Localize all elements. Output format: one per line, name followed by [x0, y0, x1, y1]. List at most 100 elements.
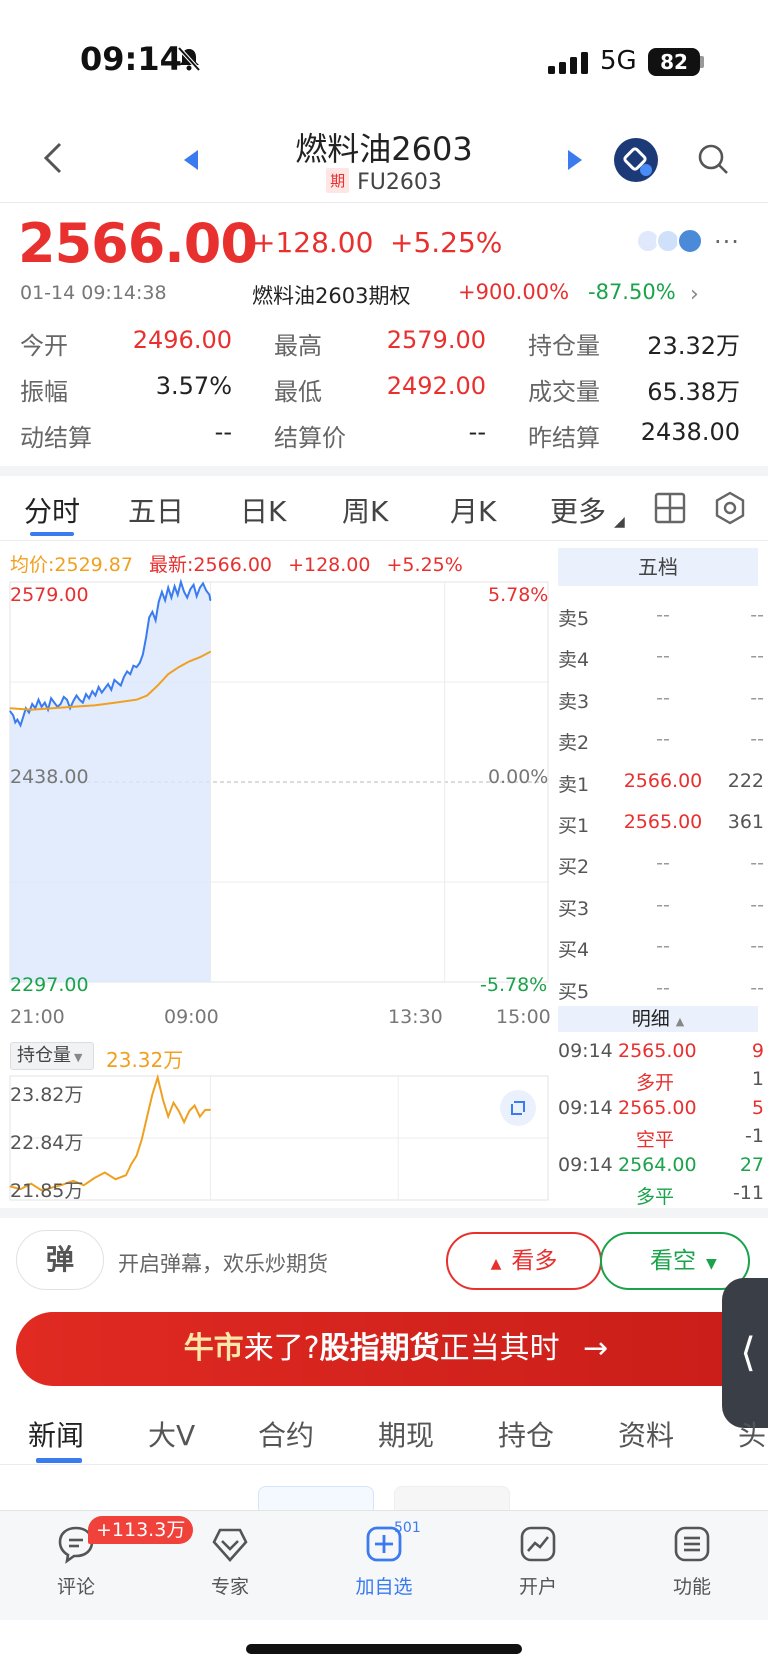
tab-more[interactable]: 更多	[550, 490, 606, 530]
order-book-row[interactable]: 买1 2565.00 361	[558, 811, 764, 837]
stat-value: 2579.00	[386, 326, 486, 354]
banner-text: 正当其时	[439, 1331, 560, 1366]
expert-icon	[212, 1528, 248, 1562]
detail-volume: 5	[751, 1097, 764, 1119]
tab-overflow[interactable]: 头	[738, 1414, 768, 1454]
oi-y-tick: 23.82万	[10, 1084, 84, 1106]
detail-title[interactable]: 明细 ▲	[558, 1006, 758, 1032]
tab-news[interactable]: 新闻	[28, 1414, 84, 1454]
order-book-row[interactable]: 卖4 -- --	[558, 645, 764, 671]
detail-row[interactable]: 09:14 2565.00 5 空平 -1	[558, 1097, 764, 1153]
oi-point	[162, 1099, 164, 1101]
option-name[interactable]: 燃料油2603期权	[252, 280, 410, 310]
tab-contract[interactable]: 合约	[258, 1414, 314, 1454]
tab-5day[interactable]: 五日	[128, 490, 184, 530]
side-drawer-handle[interactable]: ⟨	[722, 1278, 768, 1428]
more-icon[interactable]: ···	[714, 228, 740, 256]
avg-point	[114, 701, 117, 704]
order-book-label: 买5	[558, 980, 590, 1003]
stat-label: 最高	[274, 332, 322, 360]
danmu-toggle[interactable]: 弹	[16, 1230, 104, 1290]
order-book-row[interactable]: 卖5 -- --	[558, 604, 764, 630]
order-book-row[interactable]: 买3 -- --	[558, 894, 764, 920]
price-change: +128.00	[252, 226, 374, 259]
chevron-right-icon[interactable]: ›	[690, 282, 699, 307]
tab-daily-k[interactable]: 日K	[240, 490, 286, 530]
intraday-chart[interactable]	[0, 578, 556, 1018]
oi-point	[188, 1110, 190, 1112]
ai-assistant-icon[interactable]	[614, 138, 658, 182]
y-tick-bottom: 2297.00	[10, 974, 89, 996]
nav-open-account[interactable]: 开户	[488, 1524, 588, 1599]
order-book-title[interactable]: 五档	[558, 548, 758, 586]
expand-icon[interactable]	[500, 1090, 536, 1126]
order-book-volume: --	[750, 852, 764, 875]
next-contract-icon[interactable]	[568, 150, 582, 170]
down-arrow-icon: ▼	[706, 1256, 717, 1272]
oi-point	[167, 1116, 169, 1118]
order-book-price: --	[656, 935, 670, 958]
tab-spot[interactable]: 期现	[378, 1414, 434, 1454]
detail-price: 2564.00	[618, 1154, 697, 1176]
vote-bearish-button[interactable]: 看空 ▼	[600, 1232, 750, 1290]
chevron-down-icon[interactable]: ◢	[614, 514, 625, 530]
detail-type: 多开	[636, 1072, 675, 1094]
option-down[interactable]: -87.50%	[588, 280, 676, 304]
y-tick-top: 2579.00	[10, 584, 89, 606]
stat-label: 成交量	[528, 378, 600, 406]
detail-title-label: 明细	[631, 1008, 670, 1030]
home-indicator	[246, 1644, 522, 1654]
tab-profile[interactable]: 资料	[618, 1414, 674, 1454]
order-book-row[interactable]: 买4 -- --	[558, 935, 764, 961]
tab-bigv[interactable]: 大V	[148, 1414, 195, 1454]
indicator-select[interactable]: 持仓量 ▼	[10, 1042, 94, 1070]
tab-position[interactable]: 持仓	[498, 1414, 554, 1454]
detail-type: 空平	[636, 1129, 675, 1151]
detail-delta: -1	[745, 1125, 764, 1147]
nav-functions[interactable]: 功能	[642, 1524, 742, 1599]
search-icon[interactable]	[696, 142, 730, 176]
sub-tab[interactable]	[394, 1486, 510, 1510]
sub-tab[interactable]	[258, 1486, 374, 1510]
stat-label: 振幅	[20, 378, 68, 406]
avg-price: 均价:2529.87	[10, 554, 133, 576]
order-book-price: --	[656, 604, 670, 626]
banner-text: 牛市	[183, 1331, 244, 1366]
order-book-row[interactable]: 卖3 -- --	[558, 687, 764, 713]
order-book-label: 买1	[558, 815, 590, 837]
y-tick-right-mid: 0.00%	[488, 766, 549, 788]
settings-icon[interactable]	[712, 490, 748, 526]
detail-row[interactable]: 09:14 2565.00 9 多开 1	[558, 1040, 764, 1096]
stat-value: 2438.00	[640, 418, 740, 446]
news-divider	[0, 1464, 768, 1465]
promo-banner[interactable]: 牛市来了?股指期货正当其时 →	[16, 1312, 768, 1386]
order-book-price: --	[656, 893, 670, 916]
order-book-row[interactable]: 买2 -- --	[558, 852, 764, 878]
vote-bullish-button[interactable]: ▲ 看多	[446, 1232, 602, 1290]
order-book-row[interactable]: 买5 -- --	[558, 977, 764, 1003]
order-book-volume: --	[750, 976, 764, 999]
up-arrow-icon: ▲	[490, 1256, 502, 1272]
detail-price: 2565.00	[618, 1040, 697, 1062]
stat-value: --	[468, 418, 486, 446]
oi-point	[146, 1116, 148, 1118]
avg-point	[51, 707, 53, 709]
y-tick-right-top: 5.78%	[488, 584, 549, 606]
order-book-row[interactable]: 卖1 2566.00 222	[558, 770, 764, 796]
nav-expert[interactable]: 专家	[180, 1524, 280, 1599]
detail-row[interactable]: 09:14 2564.00 27 多平 -11	[558, 1154, 764, 1210]
tab-timeshare[interactable]: 分时	[24, 490, 80, 530]
detail-delta: -11	[732, 1182, 764, 1204]
watchlist-count: 501	[394, 1520, 421, 1536]
tab-monthly-k[interactable]: 月K	[450, 490, 496, 530]
option-up[interactable]: +900.00%	[458, 280, 569, 304]
nav-label: 加自选	[355, 1576, 413, 1598]
order-book-label: 卖3	[558, 690, 590, 713]
tab-weekly-k[interactable]: 周K	[342, 490, 388, 530]
order-book-volume: --	[750, 604, 764, 626]
user-avatars-icon[interactable]	[636, 228, 706, 254]
menu-icon	[674, 1526, 710, 1562]
order-book-row[interactable]: 卖2 -- --	[558, 728, 764, 754]
chart-info-line: 均价:2529.87 最新:2566.00 +128.00 +5.25%	[10, 550, 463, 577]
grid-layout-icon[interactable]	[654, 492, 686, 524]
